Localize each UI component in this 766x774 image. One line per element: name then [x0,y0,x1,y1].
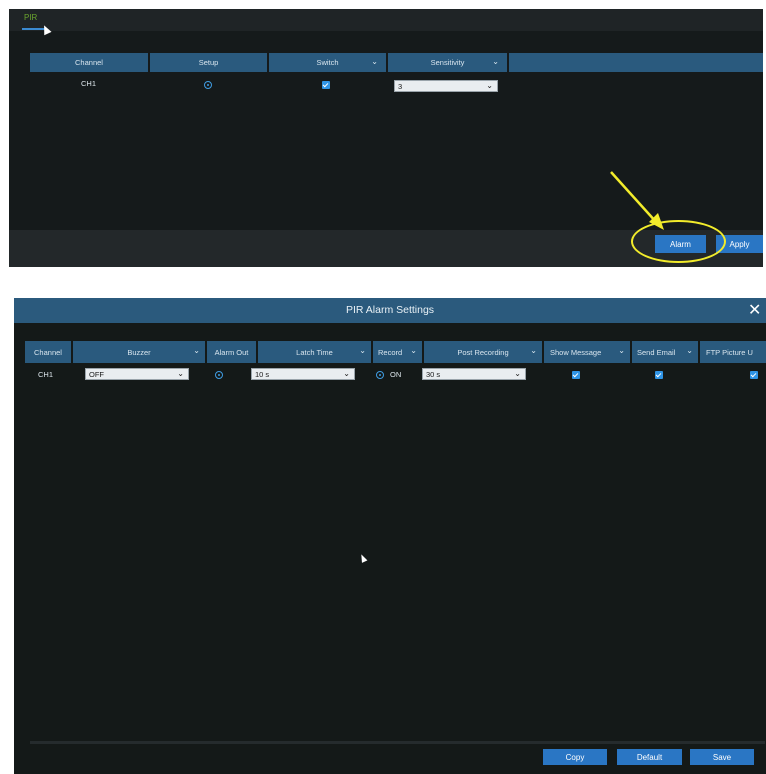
column-header-buzzer[interactable]: Buzzer ⌄ [73,341,205,363]
column-header-channel: Channel [25,341,71,363]
column-header-latch-time[interactable]: Latch Time ⌄ [258,341,371,363]
latch-time-select[interactable]: 10 s ⌄ [251,368,355,380]
column-header-post-recording[interactable]: Post Recording ⌄ [424,341,542,363]
post-recording-select[interactable]: 30 s ⌄ [422,368,526,380]
dialog-title: PIR Alarm Settings [345,304,435,316]
column-header-record[interactable]: Record ⌄ [373,341,422,363]
record-state: ON [390,370,402,379]
send-email-checkbox[interactable] [655,371,663,379]
chevron-down-icon: ⌄ [410,346,417,355]
annotation-arrow [610,171,664,230]
chevron-down-icon: ⌄ [530,346,537,355]
alarm-out-radio-icon[interactable] [215,371,223,379]
row-channel: CH1 [38,370,54,379]
chevron-down-icon: ⌄ [514,369,521,378]
buzzer-select[interactable]: OFF ⌄ [85,368,189,380]
chevron-down-icon: ⌄ [343,369,350,378]
close-icon[interactable]: ✕ [748,300,761,320]
record-radio-icon[interactable] [376,371,384,379]
save-button[interactable]: Save [690,749,754,765]
chevron-down-icon: ⌄ [359,346,366,355]
column-header-ftp-picture[interactable]: FTP Picture U [700,341,766,363]
pir-settings-panel: PIR Channel Setup Switch ⌄ Sensitivity ⌄ C… [9,9,763,267]
chevron-down-icon: ⌄ [686,346,693,355]
column-header-send-email[interactable]: Send Email ⌄ [632,341,698,363]
table-header: Channel Buzzer ⌄ Alarm Out Latch Time ⌄ Re… [25,341,766,363]
copy-button[interactable]: Copy [543,749,607,765]
chevron-down-icon: ⌄ [193,346,200,355]
column-header-show-message[interactable]: Show Message ⌄ [544,341,630,363]
column-header-alarm-out: Alarm Out [207,341,256,363]
default-button[interactable]: Default [617,749,682,765]
chevron-down-icon: ⌄ [618,346,625,355]
chevron-down-icon: ⌄ [177,369,184,378]
ftp-picture-checkbox[interactable] [750,371,758,379]
mouse-cursor-icon [358,553,368,563]
pir-alarm-settings-dialog: PIR Alarm Settings ✕ Channel Buzzer ⌄ Ala… [14,298,766,774]
horizontal-scrollbar[interactable] [30,741,765,744]
show-message-checkbox[interactable] [572,371,580,379]
